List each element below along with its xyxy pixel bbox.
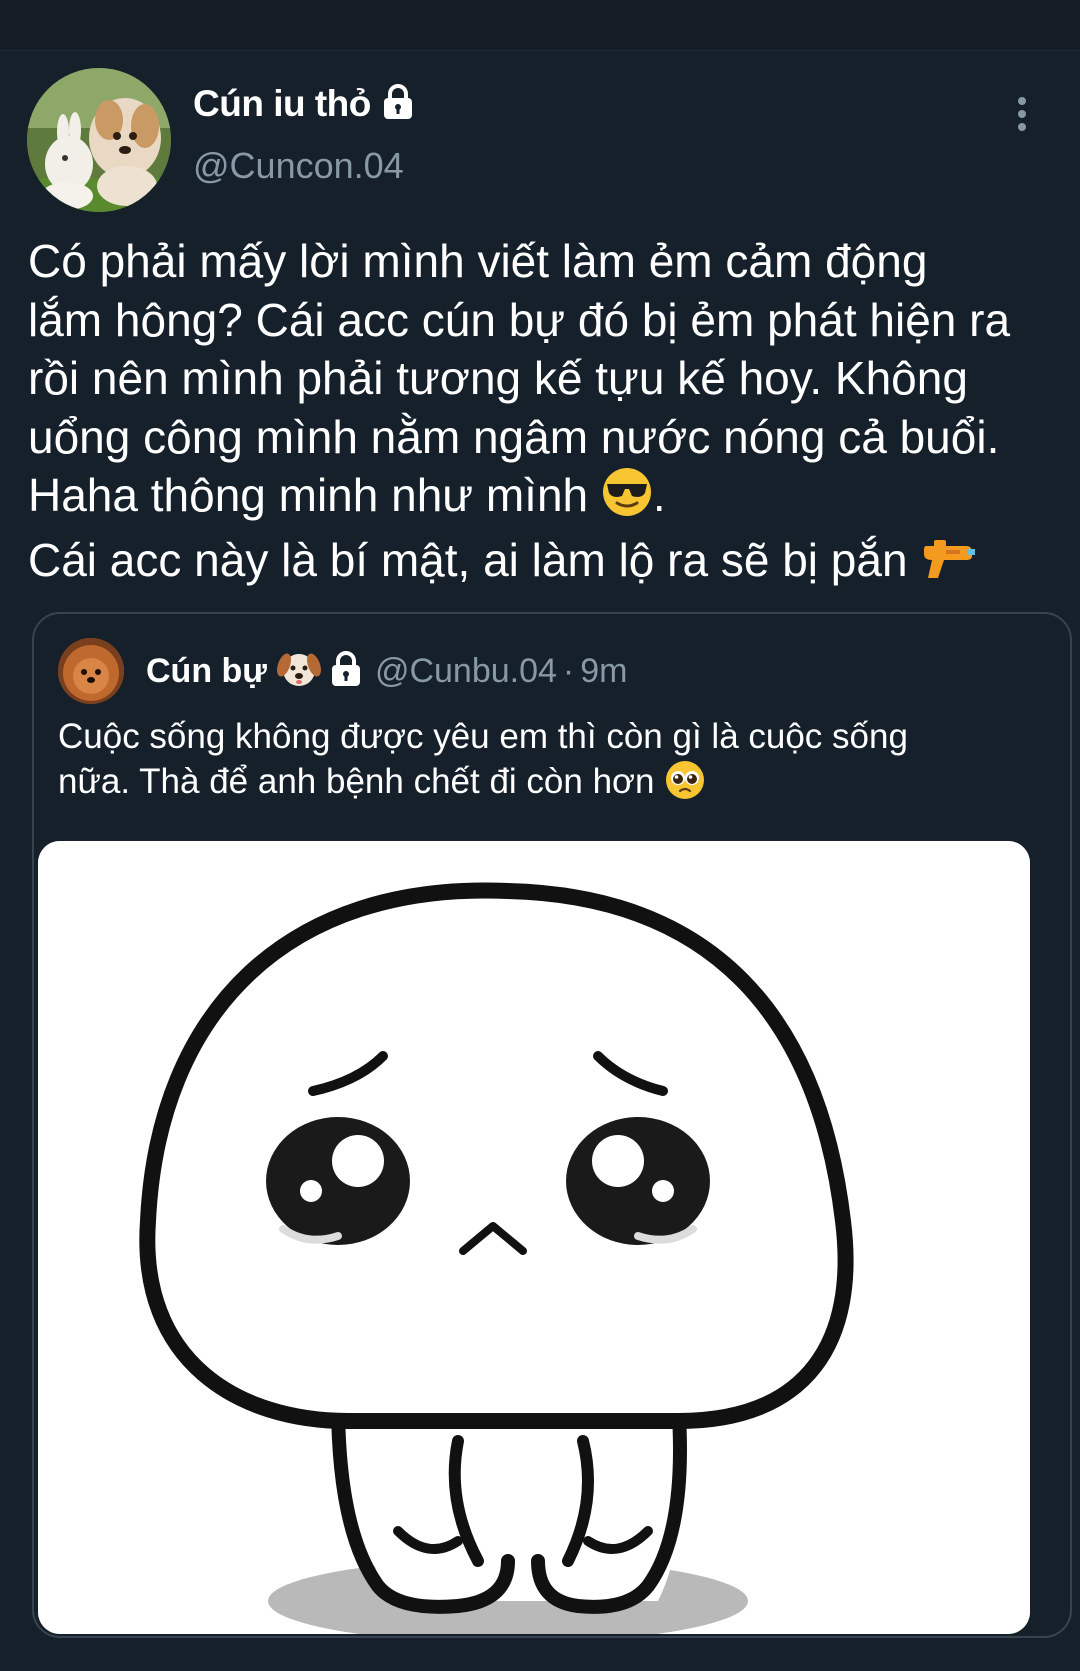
quoted-tweet-header: Cún bự @Cunbu.04 · 9m (146, 646, 627, 696)
tweet-text-line: rồi nên mình phải tương kế tựu kế hoy. K… (28, 352, 968, 404)
water-pistol-emoji-icon (920, 536, 976, 596)
tweet-text-line: Có phải mấy lời mình viết làm ẻm cảm độn… (28, 235, 928, 287)
top-bar (0, 0, 1080, 51)
dog-face-emoji-icon (276, 649, 321, 694)
sunglasses-emoji-icon (601, 467, 653, 531)
sad-character-illustration (38, 841, 1030, 1634)
tweet-text-line: uổng công mình nằm ngâm nước nóng cả buổ… (28, 410, 1000, 463)
tweet-text-segment: Cái acc này là bí mật, ai làm lộ ra sẽ b… (28, 533, 908, 586)
pleading-face-emoji-icon (664, 759, 706, 812)
tweet-detail-screen: Cún iu thỏ @Cuncon.04 Có phải mấy lời mì… (0, 0, 1080, 1671)
author-handle[interactable]: @Cuncon.04 (193, 145, 404, 187)
quoted-text-line: Cuộc sống không được yêu em thì còn gì l… (58, 717, 908, 756)
avatar-photo (27, 68, 171, 212)
tweet-text-line: Haha thông minh như mình . (28, 466, 1073, 531)
quoted-text-segment: nữa. Thà để anh bệnh chết đi còn hơn (58, 762, 655, 801)
tweet-text: Có phải mấy lời mình viết làm ẻm cảm độn… (28, 232, 1073, 595)
tweet-text-segment: Haha thông minh như mình (28, 469, 589, 521)
more-vertical-icon[interactable] (1010, 95, 1034, 135)
quoted-text-line: nữa. Thà để anh bệnh chết đi còn hơn (58, 759, 1058, 812)
author-avatar[interactable] (27, 68, 171, 212)
author-name-row[interactable]: Cún iu thỏ (193, 80, 415, 128)
separator-dot: · (562, 651, 575, 690)
quoted-author-display-name[interactable]: Cún bự (146, 652, 267, 691)
tweet-text-period: . (652, 469, 666, 521)
tweet-text-line: lắm hông? Cái acc cún bự đó bị ẻm phát h… (28, 293, 1011, 346)
quoted-author-avatar[interactable] (58, 638, 124, 704)
sad-cartoon-character-image[interactable] (38, 841, 1030, 1634)
author-display-name[interactable]: Cún iu thỏ (193, 83, 371, 125)
quoted-tweet-text: Cuộc sống không được yêu em thì còn gì l… (58, 714, 1058, 812)
quoted-author-handle[interactable]: @Cunbu.04 (375, 652, 557, 691)
lock-icon (329, 650, 363, 692)
quoted-tweet-card[interactable]: Cún bự @Cunbu.04 · 9m Cuộc sống không đư… (32, 612, 1072, 1638)
lock-icon (381, 83, 415, 125)
tweet-text-line: Cái acc này là bí mật, ai làm lộ ra sẽ b… (28, 531, 1073, 596)
quoted-avatar-photo (58, 638, 124, 704)
quoted-tweet-time[interactable]: 9m (580, 652, 627, 691)
